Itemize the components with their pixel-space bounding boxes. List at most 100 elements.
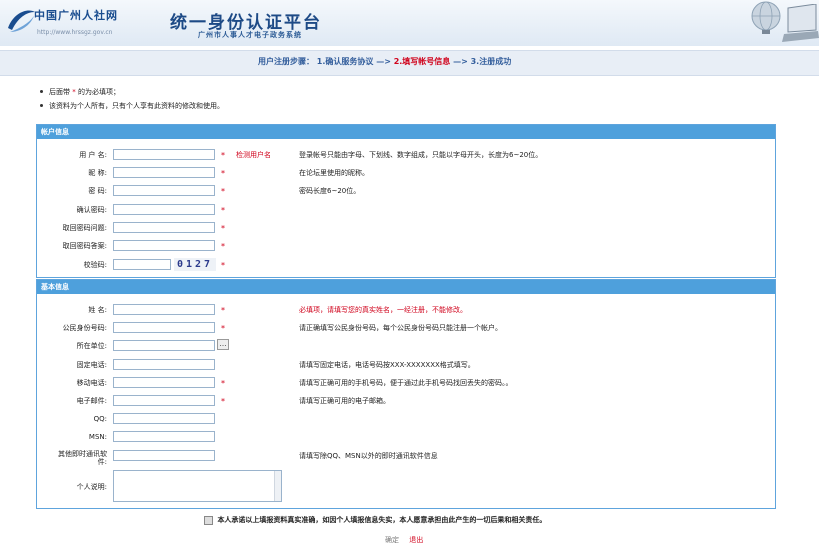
account-panel-title: 帐户信息 [37, 125, 775, 139]
basic-panel-title: 基本信息 [37, 280, 775, 294]
mobile-row: 移动电话: * 请填写正确可用的手机号码，便于通过此手机号码找回丢失的密码。。 [37, 377, 775, 391]
msn-input[interactable] [113, 431, 215, 442]
phone-row: 固定电话: 请填写固定电话，电话号码按XXX-XXXXXXX格式填写。 [37, 359, 775, 373]
agreement-checkbox[interactable] [204, 515, 213, 525]
username-input[interactable] [113, 149, 215, 160]
name-row: 姓 名: * 必填项，请填写您的真实姓名，一经注册，不能修改。 [37, 304, 775, 318]
password-row: 密 码: * 密码长度6~20位。 [37, 185, 775, 199]
step-bar: 用户注册步骤： 1.确认服务协议 —> 2.填写帐号信息 —> 3.注册成功 [0, 50, 819, 76]
nickname-row: 昵 称: * 在论坛里使用的昵称。 [37, 167, 775, 181]
qq-input[interactable] [113, 413, 215, 424]
msn-row: MSN: [37, 431, 775, 445]
name-label: 姓 名: [88, 306, 107, 314]
email-hint: 请填写正确可用的电子邮箱。 [299, 397, 390, 405]
question-input[interactable] [113, 222, 215, 233]
mobile-input[interactable] [113, 377, 215, 388]
step-2-active: 2.填写帐号信息 [393, 57, 451, 66]
id-input[interactable] [113, 322, 215, 333]
password-hint: 密码长度6~20位。 [299, 187, 361, 195]
logo-title: 中国广州人社网 [34, 9, 118, 22]
note-text: 的为必填项； [77, 88, 120, 96]
steps: 用户注册步骤： 1.确认服务协议 —> 2.填写帐号信息 —> 3.注册成功 [258, 56, 511, 67]
bio-row: 个人说明: [37, 470, 775, 504]
im-label: 其他即时通讯软 件: [37, 450, 107, 466]
logo-swoosh-icon [8, 10, 35, 32]
msn-label: MSN: [88, 433, 107, 441]
required-star: * [221, 187, 225, 196]
step-3: 3.注册成功 [470, 57, 512, 66]
page-header: 中国广州人社网 http://www.hrssgz.gov.cn 统一身份认证平… [0, 0, 819, 46]
captcha-input[interactable] [113, 259, 171, 270]
confirm-password-row: 确认密码: * [37, 204, 775, 218]
name-input[interactable] [113, 304, 215, 315]
required-star: * [221, 261, 225, 270]
captcha-label: 校验码: [83, 261, 107, 269]
answer-row: 取回密码答案: * [37, 240, 775, 254]
note-text: 后面带 [49, 88, 70, 96]
qq-label: QQ: [93, 415, 107, 423]
bio-textarea[interactable] [113, 470, 282, 502]
required-star: * [221, 379, 225, 388]
required-star: * [221, 397, 225, 406]
step-arrow-1: —> [376, 57, 391, 66]
unit-browse-button[interactable]: … [217, 339, 229, 350]
mobile-label: 移动电话: [76, 379, 107, 387]
basic-panel: 基本信息 姓 名: * 必填项，请填写您的真实姓名，一经注册，不能修改。 公民身… [36, 279, 776, 509]
question-row: 取回密码问题: * [37, 222, 775, 236]
notes: 后面带 * 的为必填项； 该资料为个人所有，只有个人享有此资料的修改和使用。 [38, 86, 224, 114]
im-row: 其他即时通讯软 件: 请填写除QQ、MSN以外的即时通讯软件信息 [37, 450, 775, 468]
answer-input[interactable] [113, 240, 215, 251]
action-buttons: 确定 退出 [385, 535, 423, 545]
email-row: 电子邮件: * 请填写正确可用的电子邮箱。 [37, 395, 775, 409]
password-input[interactable] [113, 185, 215, 196]
email-label: 电子邮件: [76, 397, 107, 405]
unit-label: 所在单位: [76, 342, 107, 350]
unit-input[interactable] [113, 340, 215, 351]
agreement-text: 本人承诺以上填报资料真实准确，如因个人填报信息失实，本人愿意承担由此产生的一切后… [217, 516, 547, 524]
answer-label: 取回密码答案: [62, 242, 107, 250]
captcha-image[interactable]: 0127 [174, 258, 216, 271]
qq-row: QQ: [37, 413, 775, 427]
email-input[interactable] [113, 395, 215, 406]
id-row: 公民身份号码: * 请正确填写公民身份号码，每个公民身份号码只能注册一个帐户。 [37, 322, 775, 336]
unit-row: 所在单位: … [37, 339, 775, 354]
mobile-hint: 请填写正确可用的手机号码，便于通过此手机号码找回丢失的密码。。 [299, 379, 513, 387]
im-label-line2: 件: [97, 458, 107, 466]
question-label: 取回密码问题: [62, 224, 107, 232]
confirm-password-input[interactable] [113, 204, 215, 215]
nickname-hint: 在论坛里使用的昵称。 [299, 169, 369, 177]
im-hint: 请填写除QQ、MSN以外的即时通讯软件信息 [299, 452, 438, 460]
bullet-icon [40, 90, 43, 93]
step-arrow-2: —> [453, 57, 468, 66]
globe-icon [751, 1, 781, 34]
laptop-icon [782, 4, 819, 42]
required-star: * [221, 169, 225, 178]
required-star: * [221, 224, 225, 233]
password-label: 密 码: [88, 187, 107, 195]
step-1: 1.确认服务协议 [316, 57, 374, 66]
phone-hint: 请填写固定电话，电话号码按XXX-XXXXXXX格式填写。 [299, 361, 475, 369]
exit-button[interactable]: 退出 [409, 536, 423, 544]
captcha-row: 校验码: 0127 * [37, 258, 775, 273]
note-text: 该资料为个人所有，只有个人享有此资料的修改和使用。 [49, 102, 224, 110]
id-label: 公民身份号码: [62, 324, 107, 332]
bio-label: 个人说明: [76, 483, 107, 491]
account-panel: 帐户信息 用 户 名: * 检测用户名 登录帐号只能由字母、下划线、数字组成，只… [36, 124, 776, 278]
nickname-input[interactable] [113, 167, 215, 178]
phone-input[interactable] [113, 359, 215, 370]
textarea-scrollbar[interactable] [274, 471, 281, 501]
confirm-password-label: 确认密码: [76, 206, 107, 214]
confirm-button[interactable]: 确定 [385, 536, 399, 544]
check-username-link[interactable]: 检测用户名 [236, 149, 271, 161]
id-hint: 请正确填写公民身份号码，每个公民身份号码只能注册一个帐户。 [299, 324, 502, 332]
username-label: 用 户 名: [79, 151, 107, 159]
agreement: 本人承诺以上填报资料真实准确，如因个人填报信息失实，本人愿意承担由此产生的一切后… [204, 515, 546, 525]
site-subtitle: 广州市人事人才电子政务系统 [198, 31, 302, 39]
note-required: 后面带 * 的为必填项； [38, 86, 224, 100]
required-star: * [221, 206, 225, 215]
bullet-icon [40, 104, 43, 107]
im-input[interactable] [113, 450, 215, 461]
required-star: * [221, 324, 225, 333]
username-row: 用 户 名: * 检测用户名 登录帐号只能由字母、下划线、数字组成，只能以字母开… [37, 149, 775, 163]
required-star: * [221, 242, 225, 251]
